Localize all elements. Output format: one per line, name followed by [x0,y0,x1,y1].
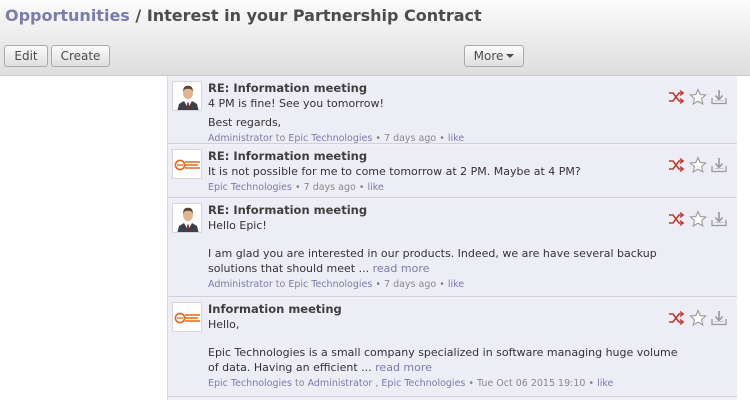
mark-unread-icon[interactable] [667,156,685,174]
to-label: to [275,133,286,144]
archive-icon[interactable] [710,88,728,106]
meta-separator: • [375,279,381,290]
message-date: 7 days ago [384,133,437,144]
message-meta: Administrator to Epic Technologies • 7 d… [208,278,658,291]
meta-separator: • [439,279,445,290]
view-header: Opportunities / Interest in your Partner… [0,0,750,76]
message-subject: RE: Information meeting [208,81,368,95]
meta-separator: • [294,182,301,193]
more-button-label: More [473,49,504,63]
recipient-link[interactable]: Epic Technologies [381,378,465,389]
message-actions [667,88,729,106]
create-button[interactable]: Create [51,45,110,67]
message-actions [667,156,729,174]
message-actions [667,210,729,228]
message-text-last: of data. Having an efficient ... read mo… [208,360,658,375]
message-meta: Epic Technologies to Administrator , Epi… [208,377,658,390]
star-icon[interactable] [689,156,707,174]
message-text: 4 PM is fine! See you tomorrow! [208,97,384,110]
message-text: solutions that should meet ... [208,262,370,275]
message-subject: RE: Information meeting [208,149,368,163]
man-portrait-icon [173,82,202,111]
to-label: to [275,279,286,290]
author-link[interactable]: Epic Technologies [208,378,292,389]
author-avatar[interactable] [172,302,202,332]
message-text: of data. Having an efficient ... [208,361,372,374]
message-text: Best regards, [208,116,282,129]
mark-unread-icon[interactable] [667,88,685,106]
message-text: Hello Epic! [208,219,267,232]
meta-separator: • [588,378,595,389]
edit-button[interactable]: Edit [4,45,48,67]
author-avatar[interactable] [172,81,202,111]
message-date: 7 days ago [384,279,437,290]
message-item: RE: Information meeting Hello Epic! I am… [168,200,737,297]
read-more-link[interactable]: read more [373,262,430,275]
author-avatar[interactable] [172,203,202,233]
message-meta: Epic Technologies • 7 days ago • like [208,181,658,194]
epic-logo-icon [173,150,202,179]
caret-down-icon [506,53,515,58]
more-dropdown-button[interactable]: More [464,45,524,67]
recipient-link[interactable]: Administrator [308,378,373,389]
author-avatar[interactable] [172,149,202,179]
message-subject: Information meeting [208,302,342,316]
meta-separator: • [375,133,381,144]
mark-unread-icon[interactable] [667,210,685,228]
recipient-separator: , [375,378,379,389]
message-text: It is not possible for me to come tomorr… [208,165,581,178]
star-icon[interactable] [689,309,707,327]
star-icon[interactable] [689,210,707,228]
archive-icon[interactable] [710,156,728,174]
message-text-last: solutions that should meet ... read more [208,261,658,276]
page-title: Interest in your Partnership Contract [146,6,482,25]
breadcrumb: Opportunities / Interest in your Partner… [5,6,482,25]
like-link[interactable]: like [448,279,464,290]
meta-separator: • [358,182,365,193]
star-icon[interactable] [689,88,707,106]
recipient-link[interactable]: Epic Technologies [288,279,372,290]
message-actions [667,309,729,327]
like-link[interactable]: like [448,133,464,144]
message-subject: RE: Information meeting [208,203,368,217]
like-link[interactable]: like [367,182,383,193]
author-link[interactable]: Administrator [208,133,273,144]
message-date: 7 days ago [303,182,356,193]
author-link[interactable]: Administrator [208,279,273,290]
breadcrumb-parent-link[interactable]: Opportunities [5,6,130,25]
message-date: Tue Oct 06 2015 19:10 [477,378,586,389]
read-more-link[interactable]: read more [375,361,432,374]
message-text: Epic Technologies is a small company spe… [208,346,678,359]
meta-separator: • [468,378,475,389]
archive-icon[interactable] [710,309,728,327]
message-meta: Administrator to Epic Technologies • 7 d… [208,132,658,145]
archive-icon[interactable] [710,210,728,228]
message-item: Information meeting Hello, Epic Technolo… [168,299,737,397]
message-item: RE: Information meeting 4 PM is fine! Se… [168,78,737,144]
epic-logo-icon [173,303,202,332]
breadcrumb-separator: / [135,6,142,25]
meta-separator: • [439,133,445,144]
author-link[interactable]: Epic Technologies [208,182,292,193]
message-text: I am glad you are interested in our prod… [208,247,657,260]
message-text: Hello, [208,318,240,331]
recipient-link[interactable]: Epic Technologies [288,133,372,144]
like-link[interactable]: like [597,378,613,389]
mark-unread-icon[interactable] [667,309,685,327]
to-label: to [294,378,305,389]
man-portrait-icon [173,204,202,233]
message-item: RE: Information meeting It is not possib… [168,146,737,198]
